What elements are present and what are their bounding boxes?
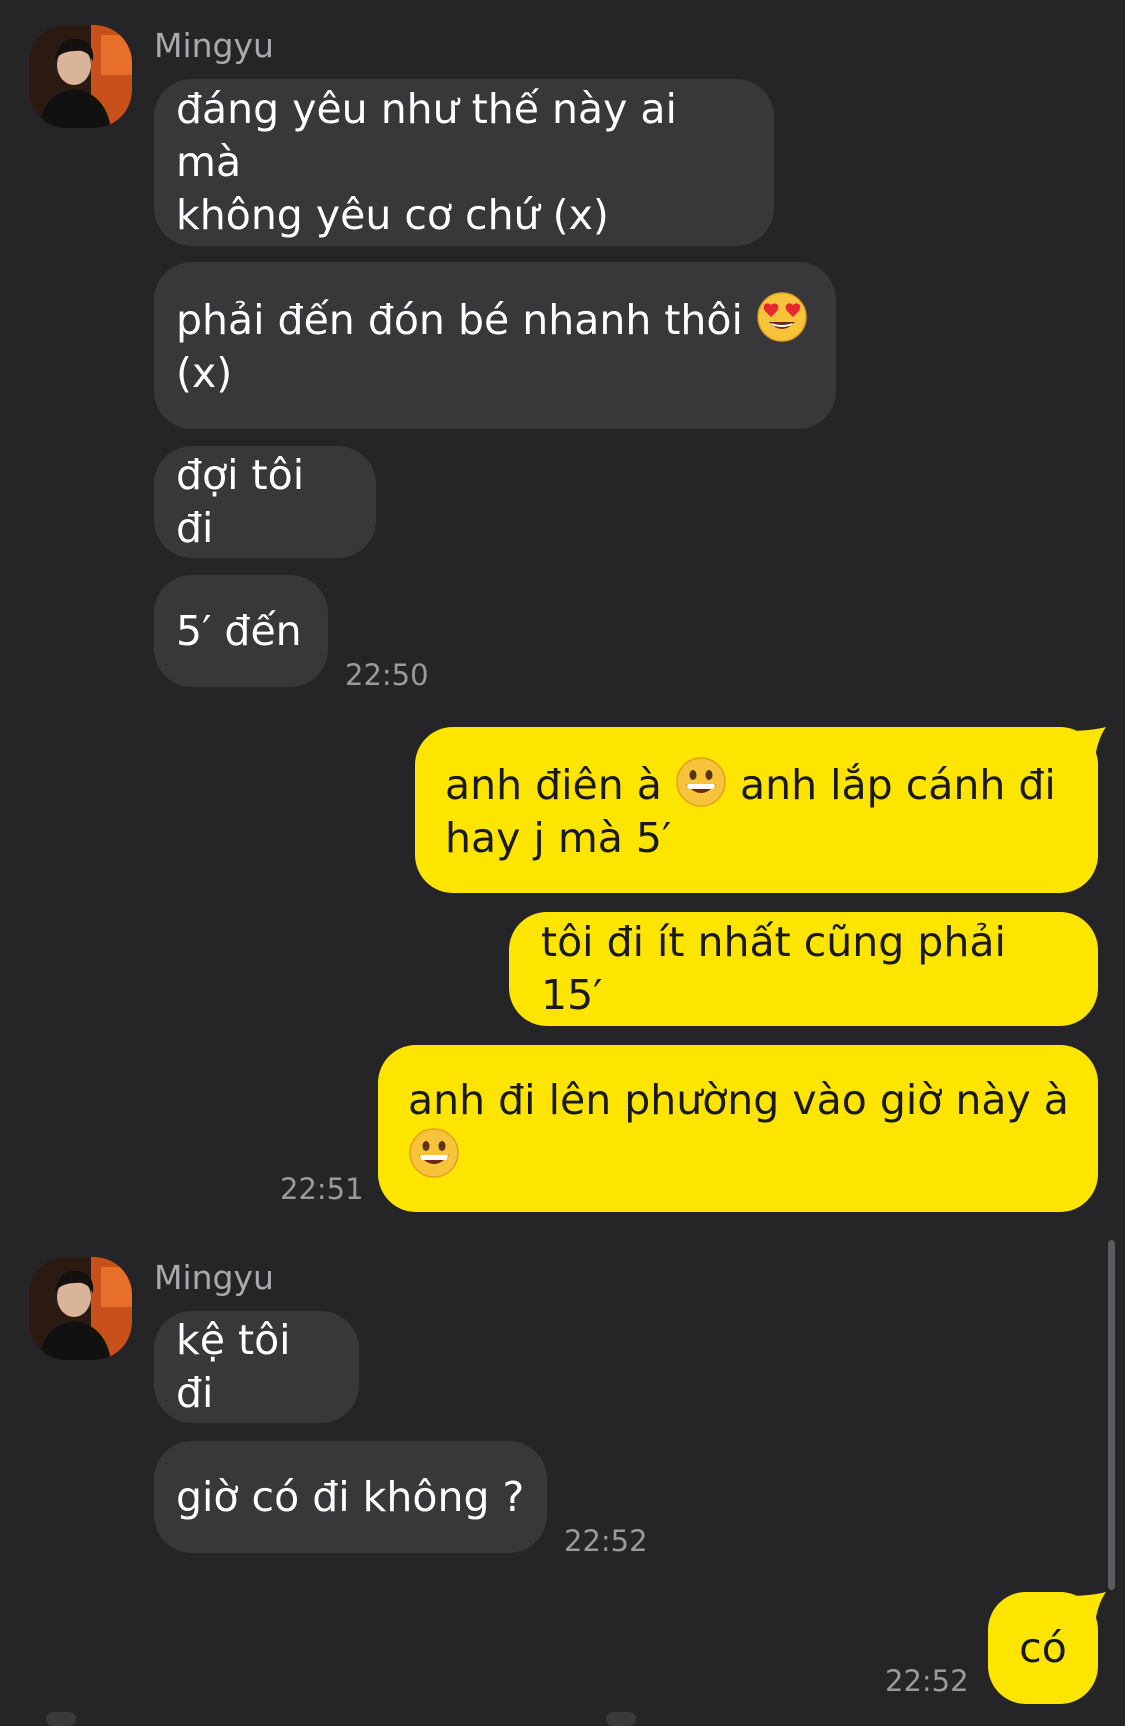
- message-bubble-incoming[interactable]: giờ có đi không ?: [154, 1441, 547, 1553]
- message-timestamp: 22:52: [564, 1524, 648, 1558]
- partial-element: [606, 1712, 636, 1726]
- avatar-photo: [29, 1257, 132, 1360]
- partial-element: [46, 1712, 76, 1726]
- message-text: phải đến đón bé nhanh thôi (x): [176, 291, 808, 400]
- message-bubble-outgoing[interactable]: anh điên à anh lắp cánh đi hay j mà 5′: [415, 727, 1098, 893]
- message-text: anh đi lên phường vào giờ này à: [408, 1074, 1069, 1183]
- message-text: anh điên à anh lắp cánh đi hay j mà 5′: [445, 756, 1056, 865]
- message-text: giờ có đi không ?: [176, 1472, 525, 1521]
- message-bubble-incoming[interactable]: phải đến đón bé nhanh thôi (x): [154, 262, 836, 429]
- avatar[interactable]: [29, 25, 132, 128]
- message-bubble-outgoing[interactable]: tôi đi ít nhất cũng phải 15′: [509, 912, 1098, 1026]
- message-bubble-incoming[interactable]: kệ tôi đi: [154, 1311, 359, 1423]
- message-bubble-outgoing[interactable]: có: [988, 1592, 1098, 1704]
- message-text: đáng yêu như thế này ai mà không yêu cơ …: [176, 85, 677, 239]
- sender-name: Mingyu: [154, 26, 274, 65]
- grin-emoji-icon: [409, 1128, 459, 1178]
- message-bubble-outgoing[interactable]: anh đi lên phường vào giờ này à: [378, 1045, 1098, 1212]
- message-text: kệ tôi đi: [176, 1316, 304, 1417]
- avatar[interactable]: [29, 1257, 132, 1360]
- message-timestamp: 22:52: [885, 1664, 969, 1698]
- message-bubble-incoming[interactable]: đáng yêu như thế này ai mà không yêu cơ …: [154, 79, 774, 246]
- grin-emoji-icon: [676, 756, 726, 807]
- message-text: 5′ đến: [176, 606, 302, 655]
- message-text: tôi đi ít nhất cũng phải 15′: [541, 918, 1019, 1019]
- message-bubble-incoming[interactable]: đợi tôi đi: [154, 446, 376, 558]
- message-timestamp: 22:50: [345, 658, 429, 692]
- sender-name: Mingyu: [154, 1258, 274, 1297]
- message-timestamp: 22:51: [280, 1172, 364, 1206]
- message-text: có: [1019, 1623, 1067, 1672]
- message-text: đợi tôi đi: [176, 451, 318, 552]
- heart-eyes-emoji-icon: [757, 292, 807, 342]
- message-bubble-incoming[interactable]: 5′ đến: [154, 575, 328, 687]
- avatar-photo: [29, 25, 132, 128]
- scrollbar[interactable]: [1108, 1240, 1115, 1590]
